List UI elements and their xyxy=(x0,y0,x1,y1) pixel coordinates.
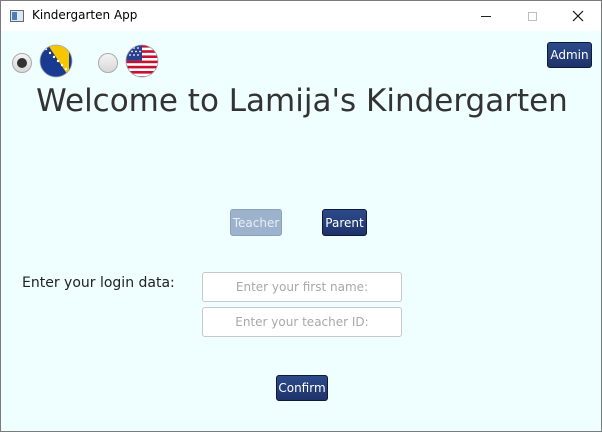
language-radio-english[interactable] xyxy=(98,53,118,73)
teacher-role-button[interactable]: Teacher xyxy=(230,209,282,236)
parent-role-button[interactable]: Parent xyxy=(322,209,367,236)
app-icon xyxy=(10,10,24,22)
window-title: Kindergarten App xyxy=(32,8,138,22)
confirm-button[interactable]: Confirm xyxy=(276,375,328,401)
app-window: Kindergarten App Admin Welcome to Lamija… xyxy=(0,0,602,432)
language-radio-bosnian[interactable] xyxy=(12,53,32,73)
close-icon xyxy=(572,10,584,22)
teacher-id-input[interactable] xyxy=(202,307,402,337)
title-bar[interactable]: Kindergarten App xyxy=(1,1,601,31)
minimize-button[interactable] xyxy=(463,1,509,31)
welcome-heading: Welcome to Lamija's Kindergarten xyxy=(36,83,568,119)
admin-button[interactable]: Admin xyxy=(547,42,592,68)
maximize-button[interactable] xyxy=(509,1,555,31)
usa-flag-icon[interactable] xyxy=(125,43,159,79)
minimize-icon xyxy=(481,15,491,17)
maximize-icon xyxy=(527,11,537,21)
close-button[interactable] xyxy=(555,1,601,31)
main-content: Admin Welcome to Lamija's Kindergarten T… xyxy=(1,31,601,431)
first-name-input[interactable] xyxy=(202,272,402,302)
bosnia-flag-icon[interactable] xyxy=(39,43,73,79)
login-data-label: Enter your login data: xyxy=(22,275,175,291)
